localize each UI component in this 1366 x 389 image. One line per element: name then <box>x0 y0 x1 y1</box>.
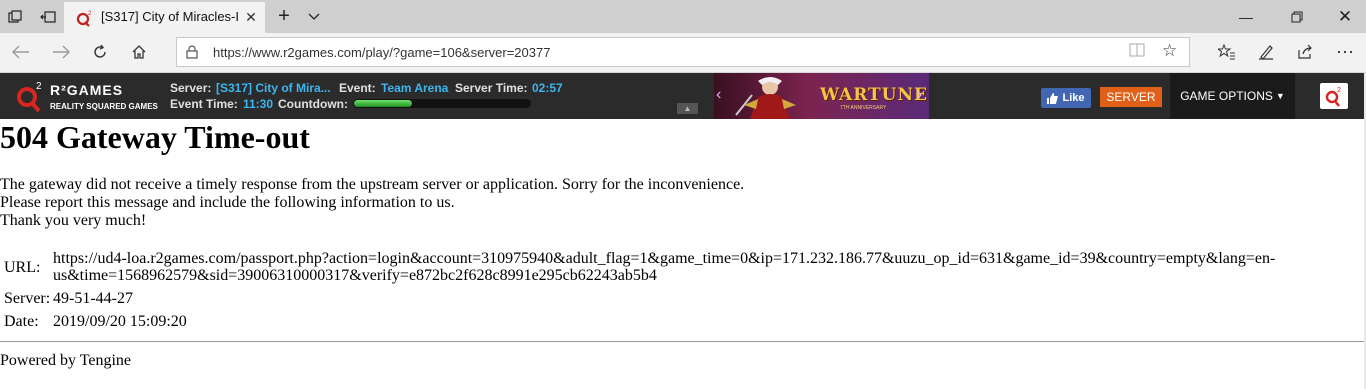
url-value-line2: us&time=1568962579&sid=39006310000317&ve… <box>53 267 657 284</box>
r2-account-button[interactable]: 2 <box>1320 83 1348 109</box>
favorites-icon[interactable] <box>1212 38 1242 66</box>
refresh-icon[interactable] <box>85 38 115 66</box>
caret-down-icon: ▼ <box>1275 91 1285 101</box>
share-icon[interactable] <box>1290 38 1320 66</box>
event-label: Event: <box>339 81 376 95</box>
forward-icon[interactable] <box>46 38 76 66</box>
tab-title: [S317] City of Miracles-I <box>101 9 239 24</box>
game-bar: 2 R²GAMES REALITY SQUARED GAMES Server: … <box>0 73 1366 119</box>
server-time-label: Server Time: <box>455 81 528 95</box>
event-time-label: Event Time: <box>170 97 238 111</box>
svg-text:2: 2 <box>1337 87 1341 94</box>
server-button[interactable]: SERVER <box>1100 87 1162 107</box>
browser-tab-active[interactable]: 2 [S317] City of Miracles-I ✕ <box>64 2 265 33</box>
r2-logo-icon: 2 <box>17 81 42 112</box>
tab-manager-icon[interactable] <box>3 0 27 33</box>
server-info-value: 49-51-44-27 <box>53 290 133 307</box>
countdown-label: Countdown: <box>278 97 348 111</box>
tabs-aside-icon[interactable] <box>36 0 60 33</box>
favorite-star-icon[interactable]: ☆ <box>1162 41 1180 61</box>
r2-favicon-icon: 2 <box>76 11 92 27</box>
date-value: 2019/09/20 15:09:20 <box>53 313 187 330</box>
tab-close-icon[interactable]: ✕ <box>242 7 260 27</box>
address-bar[interactable]: https://www.r2games.com/play/?game=106&s… <box>176 37 1190 67</box>
error-message-line2: Please report this message and include t… <box>0 194 455 211</box>
game-options-label: GAME OPTIONS <box>1180 89 1273 103</box>
error-message-line3: Thank you very much! <box>0 212 147 229</box>
event-value: Team Arena <box>381 81 449 95</box>
back-icon[interactable] <box>6 38 36 66</box>
game-options-menu[interactable]: GAME OPTIONS ▼ <box>1170 73 1295 119</box>
url-text[interactable]: https://www.r2games.com/play/?game=106&s… <box>213 45 550 60</box>
navigation-bar: https://www.r2games.com/play/?game=106&s… <box>0 33 1366 73</box>
banner-subtitle: 7TH ANNIVERSARY <box>840 105 887 111</box>
banner-next-icon[interactable]: › <box>917 86 922 104</box>
countdown-progress-bar <box>353 99 531 108</box>
thumbs-up-icon <box>1047 92 1059 104</box>
wartune-banner[interactable]: ‹ WARTUNE 7TH ANNIVERSARY › <box>714 73 929 119</box>
url-value-line1: https://ud4-loa.r2games.com/passport.php… <box>53 250 1276 267</box>
divider <box>0 341 1364 342</box>
reading-view-icon[interactable] <box>1129 43 1147 61</box>
footer-text: Powered by Tengine <box>0 352 131 369</box>
countdown-progress-fill <box>354 100 412 107</box>
banner-prev-icon[interactable]: ‹ <box>716 86 721 104</box>
server-label: Server: <box>170 81 212 95</box>
banner-hero-image <box>735 77 796 119</box>
lock-icon <box>186 45 198 59</box>
banner-title: WARTUNE <box>820 85 928 105</box>
date-label: Date: <box>4 313 39 330</box>
r2-logo-small-icon: 2 <box>1325 87 1341 107</box>
pen-icon[interactable] <box>1251 38 1281 66</box>
minimize-icon[interactable]: — <box>1231 0 1261 33</box>
r2games-logo[interactable]: 2 R²GAMES REALITY SQUARED GAMES <box>16 76 166 116</box>
like-label: Like <box>1062 92 1085 104</box>
url-label: URL: <box>4 259 41 276</box>
event-time-value: 11:30 <box>243 97 274 111</box>
server-value[interactable]: [S317] City of Mira... <box>216 81 331 95</box>
page-title: 504 Gateway Time-out <box>0 119 310 155</box>
logo-name: R²GAMES <box>50 82 124 98</box>
svg-text:2: 2 <box>88 11 92 17</box>
tab-strip: 2 [S317] City of Miracles-I ✕ + — ✕ <box>0 0 1366 33</box>
server-info-label: Server: <box>4 290 51 307</box>
logo-subtitle: REALITY SQUARED GAMES <box>50 102 158 111</box>
error-message-line1: The gateway did not receive a timely res… <box>0 176 745 193</box>
new-tab-button[interactable]: + <box>272 0 296 33</box>
server-time-value: 02:57 <box>532 81 563 95</box>
chevron-down-icon[interactable] <box>303 0 325 33</box>
more-icon[interactable]: ⋯ <box>1330 38 1360 66</box>
restore-icon[interactable] <box>1282 0 1312 33</box>
svg-text:2: 2 <box>36 81 42 92</box>
collapse-toggle-icon[interactable]: ▲ <box>677 103 698 114</box>
facebook-like-button[interactable]: Like <box>1041 88 1091 108</box>
home-icon[interactable] <box>124 38 154 66</box>
error-page: 504 Gateway Time-out The gateway did not… <box>0 119 1364 389</box>
window-close-icon[interactable]: ✕ <box>1330 0 1360 33</box>
